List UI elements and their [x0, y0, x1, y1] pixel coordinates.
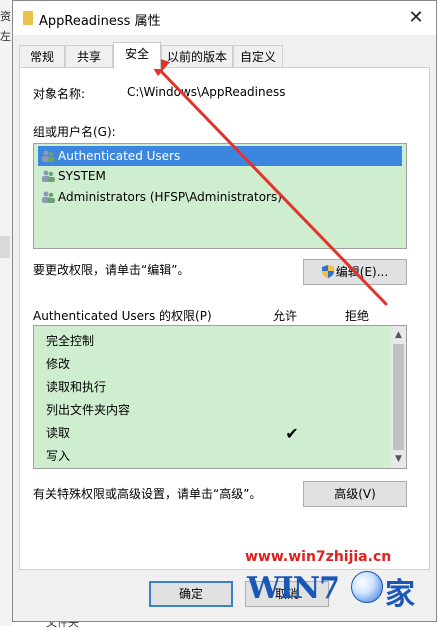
- deny-column-header: 拒绝: [345, 309, 370, 323]
- desktop-background-left: [0, 0, 12, 626]
- permissions-list[interactable]: 完全控制 修改 读取和执行 列出文件夹内容 读取 ✔ 写入 ▲ ▼: [33, 325, 407, 469]
- groups-list[interactable]: Authenticated Users SYSTEM Administrator…: [33, 143, 407, 249]
- watermark-logo-text: WIN7: [247, 571, 340, 606]
- users-icon: [42, 191, 55, 203]
- group-item-administrators[interactable]: Administrators (HFSP\Administrators): [38, 187, 402, 207]
- desktop-text-fragment: 左: [0, 30, 11, 43]
- watermark-logo: WIN7 家: [247, 567, 437, 612]
- permissions-title: Authenticated Users 的权限(P): [33, 309, 212, 323]
- permission-row-read-execute: 读取和执行: [46, 380, 107, 394]
- tab-previous-versions[interactable]: 以前的版本: [161, 45, 233, 67]
- desktop-background-bar: [0, 236, 10, 258]
- edit-hint-text: 要更改权限，请单击“编辑”。: [33, 263, 190, 277]
- edit-button-label: 编辑(E)...: [335, 265, 389, 279]
- tab-customize[interactable]: 自定义: [233, 45, 283, 67]
- group-name: SYSTEM: [58, 169, 106, 183]
- tab-sharing[interactable]: 共享: [65, 45, 113, 67]
- group-name: Administrators (HFSP\Administrators): [58, 190, 282, 204]
- permission-row-modify: 修改: [46, 357, 71, 371]
- permission-row-write: 写入: [46, 449, 71, 463]
- close-button[interactable]: ✕: [403, 7, 429, 29]
- advanced-button[interactable]: 高级(V): [303, 481, 407, 507]
- advanced-hint-text: 有关特殊权限或高级设置，请单击“高级”。: [33, 487, 262, 501]
- permission-row-full-control: 完全控制: [46, 334, 95, 348]
- title-bar[interactable]: AppReadiness 属性 ✕: [13, 1, 436, 35]
- edit-button[interactable]: 编辑(E)...: [303, 259, 407, 285]
- object-name-value: C:\Windows\AppReadiness: [127, 85, 286, 99]
- users-icon: [42, 150, 55, 162]
- properties-dialog: AppReadiness 属性 ✕ 常规 共享 安全 以前的版本 自定义 对象名…: [12, 0, 437, 622]
- shield-icon: [321, 265, 334, 278]
- folder-icon: [23, 11, 33, 25]
- windows-orb-icon: [351, 571, 383, 603]
- desktop-text-fragment: 资: [0, 10, 11, 23]
- allow-column-header: 允许: [273, 309, 298, 323]
- group-name: Authenticated Users: [58, 149, 181, 163]
- watermark-logo-suffix: 家: [385, 577, 415, 612]
- tab-general[interactable]: 常规: [19, 45, 65, 67]
- group-item-system[interactable]: SYSTEM: [38, 166, 402, 186]
- ok-button[interactable]: 确定: [149, 581, 233, 607]
- scrollbar-thumb[interactable]: [393, 344, 404, 450]
- scroll-up-arrow-icon[interactable]: ▲: [391, 328, 406, 342]
- users-icon: [42, 170, 55, 182]
- scroll-down-arrow-icon[interactable]: ▼: [391, 452, 406, 466]
- object-name-label: 对象名称:: [33, 87, 86, 101]
- permission-row-read: 读取: [46, 426, 71, 440]
- groups-label: 组或用户名(G):: [33, 125, 116, 139]
- window-title: AppReadiness 属性: [39, 14, 161, 29]
- group-item-authenticated-users[interactable]: Authenticated Users: [38, 146, 402, 166]
- permission-row-list-folder: 列出文件夹内容: [46, 403, 131, 417]
- allow-checkmark-icon: ✔: [285, 424, 299, 443]
- tab-security[interactable]: 安全: [113, 42, 161, 69]
- watermark-url: www.win7zhijia.cn: [245, 549, 392, 565]
